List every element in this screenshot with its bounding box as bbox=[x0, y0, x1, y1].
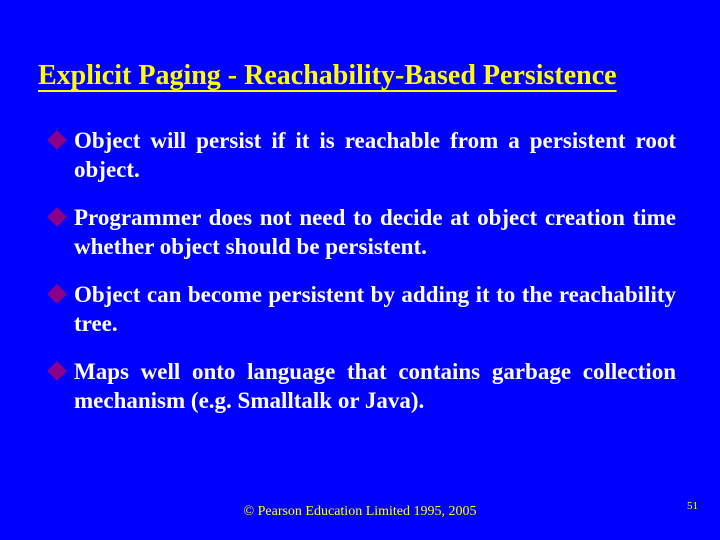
list-item: Maps well onto language that contains ga… bbox=[50, 357, 676, 416]
list-item: Programmer does not need to decide at ob… bbox=[50, 203, 676, 262]
slide: Explicit Paging - Reachability-Based Per… bbox=[0, 0, 720, 540]
copyright-footer: © Pearson Education Limited 1995, 2005 bbox=[0, 504, 720, 520]
bullet-text: Programmer does not need to decide at ob… bbox=[74, 205, 676, 259]
bullet-text: Object will persist if it is reachable f… bbox=[74, 128, 676, 182]
diamond-bullet-icon bbox=[47, 361, 67, 381]
bullet-text: Object can become persistent by adding i… bbox=[74, 282, 676, 336]
page-number: 51 bbox=[687, 500, 698, 512]
bullet-list: Object will persist if it is reachable f… bbox=[38, 126, 682, 416]
diamond-bullet-icon bbox=[47, 284, 67, 304]
list-item: Object will persist if it is reachable f… bbox=[50, 126, 676, 185]
bullet-text: Maps well onto language that contains ga… bbox=[74, 359, 676, 413]
diamond-bullet-icon bbox=[47, 207, 67, 227]
slide-title: Explicit Paging - Reachability-Based Per… bbox=[38, 60, 682, 92]
list-item: Object can become persistent by adding i… bbox=[50, 280, 676, 339]
diamond-bullet-icon bbox=[47, 130, 67, 150]
